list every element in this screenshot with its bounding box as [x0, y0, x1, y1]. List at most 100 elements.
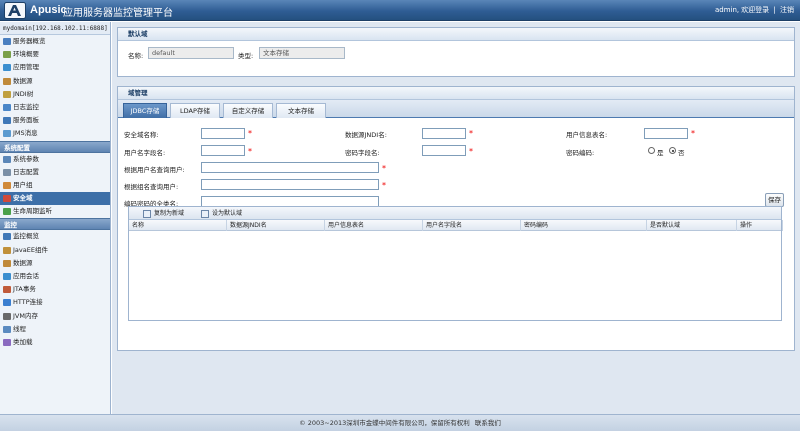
password-encoding-label: 密码编码: — [566, 149, 595, 157]
user-links: admin, 欢迎登录 | 注销 — [713, 5, 794, 15]
sidebar-item-environment[interactable]: 环境概要 — [0, 48, 110, 61]
column-header-password-encoding[interactable]: 密码编码 — [521, 220, 647, 231]
thread-icon — [3, 325, 11, 333]
tab-jdbc[interactable]: JDBC存储 — [123, 103, 167, 118]
sidebar-item-server-overview[interactable]: 服务器概览 — [0, 35, 110, 48]
sidebar-item-jndi-tree[interactable]: JNDI树 — [0, 88, 110, 101]
sidebar-item-thread[interactable]: 线程 — [0, 323, 110, 336]
log-config-icon — [3, 168, 11, 176]
sidebar-item-javaee[interactable]: JavaEE组件 — [0, 244, 110, 257]
sidebar: mydomain[192.168.102.11:6888] 服务器概览环境概要应… — [0, 22, 111, 414]
main-content: 默认域 名称: default 类型: 文本存储 域管理 JDBC存储 LDAP… — [112, 22, 800, 414]
tab-ldap[interactable]: LDAP存储 — [170, 103, 220, 118]
sidebar-item-http[interactable]: HTTP连接 — [0, 296, 110, 309]
column-header-jndi[interactable]: 数据源JNDI名 — [227, 220, 325, 231]
sidebar-item-label: 服务面板 — [13, 116, 39, 125]
domain-grid: 复制为新域 设为默认域 名称 数据源JNDI名 用户信息表名 用户名字段名 密码… — [128, 206, 783, 321]
sidebar-item-label: 数据源 — [13, 258, 33, 267]
sidebar-item-app-manage[interactable]: 应用管理 — [0, 61, 110, 74]
grid-header: 名称 数据源JNDI名 用户信息表名 用户名字段名 密码编码 是否默认域 操作 — [129, 220, 783, 231]
copy-new-domain-button[interactable]: 复制为新域 — [143, 209, 184, 219]
column-header-actions[interactable]: 操作 — [737, 220, 783, 231]
type-label: 类型: — [238, 52, 254, 60]
domain-manage-title: 域管理 — [118, 87, 794, 100]
sidebar-item-jms[interactable]: JMS消息 — [0, 127, 110, 140]
service-panel-icon — [3, 117, 11, 125]
query-by-groupname-input[interactable] — [201, 179, 379, 190]
datasource-icon — [3, 259, 11, 267]
sidebar-item-label: JavaEE组件 — [13, 245, 48, 254]
logout-link[interactable]: 注销 — [780, 6, 794, 14]
sidebar-item-monitor-overview[interactable]: 监控概览 — [0, 230, 110, 243]
user-info-table-input[interactable] — [644, 128, 688, 139]
required-mark: * — [382, 164, 386, 173]
required-mark: * — [382, 181, 386, 190]
footer: © 2003~2013深圳市金蝶中间件有限公司，保留所有权利 联系我们 — [0, 414, 800, 431]
tab-text[interactable]: 文本存储 — [276, 103, 326, 118]
sidebar-item-label: 日志配置 — [13, 167, 39, 176]
sidebar-item-log-monitor[interactable]: 日志监控 — [0, 101, 110, 114]
sidebar-item-datasource[interactable]: 数据源 — [0, 75, 110, 88]
sidebar-item-session[interactable]: 应用会话 — [0, 270, 110, 283]
monitor-overview-icon — [3, 233, 11, 241]
contact-us-link[interactable]: 联系我们 — [475, 419, 501, 427]
server-address[interactable]: mydomain[192.168.102.11:6888] — [0, 22, 110, 35]
sidebar-item-system-params[interactable]: 系统参数 — [0, 153, 110, 166]
sidebar-item-label: 环境概要 — [13, 50, 39, 59]
copyright-text: © 2003~2013深圳市金蝶中间件有限公司，保留所有权利 — [299, 419, 470, 427]
column-header-username-field[interactable]: 用户名字段名 — [423, 220, 521, 231]
sidebar-item-user-group[interactable]: 用户组 — [0, 179, 110, 192]
sidebar-item-label: 安全域 — [13, 194, 33, 203]
session-icon — [3, 273, 11, 280]
set-default-domain-button[interactable]: 设为默认域 — [201, 209, 242, 219]
sidebar-item-service-panel[interactable]: 服务面板 — [0, 114, 110, 127]
sidebar-item-log-config[interactable]: 日志配置 — [0, 166, 110, 179]
environment-icon — [3, 51, 11, 59]
datasource-jndi-input[interactable] — [422, 128, 466, 139]
sidebar-item-label: 用户组 — [13, 180, 33, 189]
copy-icon — [143, 210, 151, 218]
query-by-username-input[interactable] — [201, 162, 379, 173]
username-field-input[interactable] — [201, 145, 245, 156]
sidebar-item-label: JMS消息 — [13, 129, 38, 138]
sidebar-item-label: 应用管理 — [13, 63, 39, 72]
save-button[interactable]: 保存 — [765, 193, 784, 207]
tab-custom[interactable]: 自定义存储 — [223, 103, 273, 118]
sidebar-group-config[interactable]: 系统配置 — [0, 140, 110, 153]
sidebar-item-jta[interactable]: JTA事务 — [0, 283, 110, 296]
datasource-icon — [3, 77, 11, 85]
security-domain-name-input[interactable] — [201, 128, 245, 139]
sidebar-item-label: 线程 — [13, 324, 26, 333]
required-mark: * — [469, 129, 473, 138]
jndi-tree-icon — [3, 90, 11, 98]
sidebar-group-monitor[interactable]: 监控 — [0, 218, 110, 231]
sidebar-item-security-domain[interactable]: 安全域 — [0, 192, 110, 206]
sidebar-item-label: 日志监控 — [13, 102, 39, 111]
encoding-no-radio[interactable] — [669, 147, 676, 154]
sidebar-item-label: 监控概览 — [13, 232, 39, 241]
column-header-user-table[interactable]: 用户信息表名 — [325, 220, 423, 231]
link-separator: | — [773, 6, 776, 14]
sidebar-item-label: 数据源 — [13, 76, 33, 85]
query-by-groupname-label: 根据组名查询用户: — [124, 183, 179, 191]
required-mark: * — [248, 147, 252, 156]
sidebar-item-label: 生命周期监听 — [13, 207, 52, 216]
password-field-input[interactable] — [422, 145, 466, 156]
password-field-label: 密码字段名: — [345, 149, 380, 157]
sidebar-item-jvm-memory[interactable]: JVM内存 — [0, 310, 110, 323]
username: admin, — [715, 6, 740, 14]
sidebar-item-lifecycle[interactable]: 生命周期监听 — [0, 205, 110, 218]
sidebar-item-datasource[interactable]: 数据源 — [0, 257, 110, 270]
encoding-yes-label: 是 — [657, 149, 664, 157]
encoding-yes-radio[interactable] — [648, 147, 655, 154]
sidebar-item-classloader[interactable]: 类加载 — [0, 336, 110, 349]
type-field[interactable]: 文本存储 — [259, 47, 345, 59]
name-field[interactable]: default — [148, 47, 234, 59]
column-header-is-default[interactable]: 是否默认域 — [647, 220, 737, 231]
sidebar-item-label: 服务器概览 — [13, 37, 46, 45]
column-header-name[interactable]: 名称 — [129, 220, 227, 231]
domain-manage-panel: 域管理 JDBC存储 LDAP存储 自定义存储 文本存储 安全域名称: * 数据… — [117, 86, 795, 351]
app-manage-icon — [3, 64, 11, 72]
classloader-icon — [3, 338, 11, 346]
default-domain-panel: 默认域 名称: default 类型: 文本存储 — [117, 27, 795, 77]
